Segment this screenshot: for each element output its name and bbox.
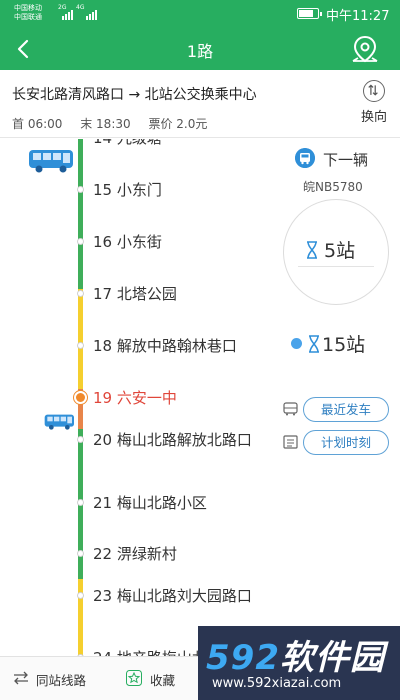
watermark-url: www.592xiazai.com [212, 676, 342, 691]
list-item[interactable]: 20 梅山北路解放北路口 [0, 429, 270, 489]
list-icon [283, 435, 298, 449]
arrival-panel: 下一辆 皖NB5780 5站 15站 最近发车 计划时刻 [275, 139, 400, 539]
list-item[interactable]: 15 小东门 [0, 179, 270, 231]
page-title: 1路 [186, 42, 214, 61]
recent-departure-row: 最近发车 [283, 397, 397, 423]
stop-dot [77, 499, 84, 506]
site-watermark: 592软件园 www.592xiazai.com [198, 626, 400, 700]
first-bus-ring[interactable]: 5站 [283, 199, 389, 305]
stop-name: 16 小东街 [93, 233, 162, 251]
list-item[interactable]: 18 解放中路翰林巷口 [0, 335, 270, 387]
watermark-text: 软件园 [279, 638, 385, 678]
swap-direction-button[interactable]: 换向 [352, 78, 396, 132]
first-bus-time: 首 06:00 [12, 117, 63, 131]
stop-dot [77, 592, 84, 599]
stop-name: 22 淠绿新村 [93, 545, 177, 563]
route-schedule: 首 06:00 末 18:30 票价 2.0元 [12, 115, 221, 132]
blue-dot-icon [291, 338, 302, 349]
stop-dot [77, 238, 84, 245]
stop-name: 21 梅山北路小区 [93, 494, 207, 512]
list-item[interactable]: 17 北塔公园 [0, 283, 270, 335]
stop-name: 23 梅山北路刘大园路口 [93, 587, 252, 605]
stop-name: 20 梅山北路解放北路口 [93, 431, 252, 449]
bus-outline-icon [283, 402, 298, 416]
route-info: 长安北路清风路口 → 北站公交换乘中心 首 06:00 末 18:30 票价 2… [0, 70, 400, 138]
stop-dot [77, 436, 84, 443]
status-time: 中午11:27 [326, 9, 390, 24]
route-direction: 长安北路清风路口 → 北站公交换乘中心 [12, 87, 257, 103]
stops-away-2: 15站 [322, 334, 366, 356]
stop-dot [77, 290, 84, 297]
transfer-icon [14, 671, 28, 685]
recent-departure-button[interactable]: 最近发车 [303, 397, 389, 422]
swap-icon [363, 80, 385, 102]
bus-circle-icon [295, 148, 315, 168]
swap-label: 换向 [360, 110, 387, 125]
stop-name-current: 19 六安一中 [93, 389, 177, 407]
hourglass-icon [309, 335, 319, 353]
second-bus[interactable]: 15站 [291, 330, 365, 357]
stop-name: 15 小东门 [93, 181, 162, 199]
carrier-2: 中国联通 [14, 13, 42, 21]
bus-icon[interactable] [44, 413, 76, 431]
last-bus-time: 末 18:30 [80, 117, 131, 131]
stop-name: 18 解放中路翰林巷口 [93, 337, 237, 355]
plate-number: 皖NB5780 [303, 180, 363, 194]
fare: 票价 2.0元 [148, 117, 208, 131]
star-icon [126, 670, 142, 686]
next-bus-label: 下一辆 [323, 151, 369, 169]
stop-dot [77, 550, 84, 557]
map-location-icon[interactable] [346, 31, 384, 69]
status-bar: 中国移动 中国联通 2G 4G 中午11:27 [0, 0, 400, 28]
title-bar: 1路 [0, 28, 400, 70]
carrier-info: 中国移动 中国联通 [14, 4, 42, 22]
list-item[interactable]: 21 梅山北路小区 [0, 492, 270, 544]
divider [298, 266, 374, 267]
stops-away-1: 5站 [324, 240, 356, 262]
hourglass-icon [307, 241, 317, 259]
bus-icon[interactable] [28, 148, 76, 174]
stop-list[interactable]: 14 九级塘 15 小东门 16 小东街 17 北塔公园 18 解放中路翰林巷口… [0, 139, 270, 656]
stop-name: 17 北塔公园 [93, 285, 177, 303]
stop-dot [77, 186, 84, 193]
schedule-button[interactable]: 计划时刻 [303, 430, 389, 455]
schedule-row: 计划时刻 [283, 430, 397, 456]
stop-dot [77, 342, 84, 349]
favorite-button[interactable]: 收藏 [150, 670, 175, 689]
same-station-lines-button[interactable]: 同站线路 [36, 670, 86, 689]
carrier-1: 中国移动 [14, 4, 42, 12]
watermark-number: 592 [206, 638, 280, 678]
list-item[interactable]: 16 小东街 [0, 231, 270, 283]
current-stop-marker [74, 391, 87, 404]
stop-name: 14 九级塘 [93, 139, 263, 149]
watermark-logo: 592软件园 [206, 630, 385, 679]
battery-icon [297, 8, 322, 19]
signal-icon [62, 10, 97, 20]
